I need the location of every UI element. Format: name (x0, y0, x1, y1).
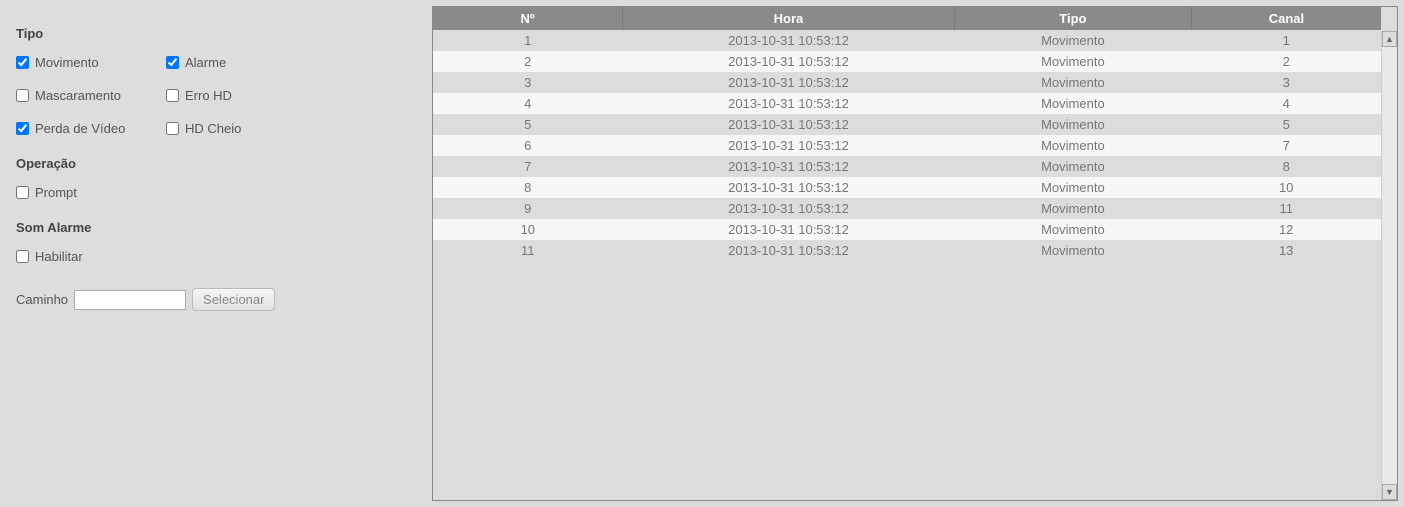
checkbox-habilitar-input[interactable] (16, 250, 29, 263)
checkbox-alarme-input[interactable] (166, 56, 179, 69)
checkbox-alarme-label: Alarme (185, 55, 226, 70)
cell-tipo: Movimento (954, 177, 1191, 198)
checkbox-movimento-label: Movimento (35, 55, 99, 70)
caminho-input[interactable] (74, 290, 186, 310)
table-row[interactable]: 102013-10-31 10:53:12Movimento12 (433, 219, 1381, 240)
cell-canal: 7 (1191, 135, 1381, 156)
scroll-down-icon[interactable]: ▼ (1382, 484, 1397, 500)
checkbox-perda-video-input[interactable] (16, 122, 29, 135)
checkbox-mascaramento-label: Mascaramento (35, 88, 121, 103)
header-tipo[interactable]: Tipo (954, 7, 1191, 30)
cell-tipo: Movimento (954, 93, 1191, 114)
cell-canal: 2 (1191, 51, 1381, 72)
selecionar-button[interactable]: Selecionar (192, 288, 275, 311)
checkbox-mascaramento[interactable]: Mascaramento (16, 88, 166, 103)
cell-num: 11 (433, 240, 623, 261)
cell-canal: 8 (1191, 156, 1381, 177)
event-table-container: Nº Hora Tipo Canal 12013-10-31 10:53:12M… (432, 6, 1398, 501)
cell-canal: 11 (1191, 198, 1381, 219)
cell-tipo: Movimento (954, 156, 1191, 177)
cell-tipo: Movimento (954, 135, 1191, 156)
path-row: Caminho Selecionar (16, 288, 416, 311)
table-row[interactable]: 32013-10-31 10:53:12Movimento3 (433, 72, 1381, 93)
cell-hora: 2013-10-31 10:53:12 (623, 156, 955, 177)
scrollbar[interactable]: ▲ ▼ (1381, 31, 1397, 500)
cell-canal: 1 (1191, 30, 1381, 51)
cell-num: 2 (433, 51, 623, 72)
checkbox-habilitar-label: Habilitar (35, 249, 83, 264)
cell-tipo: Movimento (954, 30, 1191, 51)
checkbox-prompt-label: Prompt (35, 185, 77, 200)
checkbox-erro-hd-input[interactable] (166, 89, 179, 102)
cell-num: 6 (433, 135, 623, 156)
checkbox-hd-cheio[interactable]: HD Cheio (166, 121, 316, 136)
table-row[interactable]: 82013-10-31 10:53:12Movimento10 (433, 177, 1381, 198)
checkbox-habilitar[interactable]: Habilitar (16, 249, 416, 264)
cell-tipo: Movimento (954, 219, 1191, 240)
checkbox-movimento-input[interactable] (16, 56, 29, 69)
table-row[interactable]: 72013-10-31 10:53:12Movimento8 (433, 156, 1381, 177)
checkbox-prompt-input[interactable] (16, 186, 29, 199)
operacao-title: Operação (16, 156, 416, 171)
cell-num: 4 (433, 93, 623, 114)
cell-canal: 5 (1191, 114, 1381, 135)
cell-canal: 12 (1191, 219, 1381, 240)
checkbox-perda-video-label: Perda de Vídeo (35, 121, 125, 136)
checkbox-movimento[interactable]: Movimento (16, 55, 166, 70)
cell-num: 10 (433, 219, 623, 240)
cell-num: 3 (433, 72, 623, 93)
checkbox-mascaramento-input[interactable] (16, 89, 29, 102)
cell-canal: 10 (1191, 177, 1381, 198)
table-row[interactable]: 22013-10-31 10:53:12Movimento2 (433, 51, 1381, 72)
checkbox-perda-video[interactable]: Perda de Vídeo (16, 121, 166, 136)
cell-tipo: Movimento (954, 51, 1191, 72)
table-row[interactable]: 92013-10-31 10:53:12Movimento11 (433, 198, 1381, 219)
cell-hora: 2013-10-31 10:53:12 (623, 177, 955, 198)
cell-tipo: Movimento (954, 240, 1191, 261)
table-row[interactable]: 112013-10-31 10:53:12Movimento13 (433, 240, 1381, 261)
cell-canal: 4 (1191, 93, 1381, 114)
cell-canal: 13 (1191, 240, 1381, 261)
checkbox-prompt[interactable]: Prompt (16, 185, 416, 200)
table-row[interactable]: 62013-10-31 10:53:12Movimento7 (433, 135, 1381, 156)
cell-hora: 2013-10-31 10:53:12 (623, 93, 955, 114)
cell-num: 5 (433, 114, 623, 135)
scroll-up-icon[interactable]: ▲ (1382, 31, 1397, 47)
caminho-label: Caminho (16, 292, 68, 307)
cell-tipo: Movimento (954, 114, 1191, 135)
event-table: Nº Hora Tipo Canal 12013-10-31 10:53:12M… (433, 7, 1381, 261)
tipo-grid: Movimento Alarme Mascaramento Erro HD Pe… (16, 55, 416, 136)
header-hora[interactable]: Hora (623, 7, 955, 30)
cell-hora: 2013-10-31 10:53:12 (623, 219, 955, 240)
som-alarme-title: Som Alarme (16, 220, 416, 235)
table-row[interactable]: 12013-10-31 10:53:12Movimento1 (433, 30, 1381, 51)
cell-hora: 2013-10-31 10:53:12 (623, 240, 955, 261)
sidebar: Tipo Movimento Alarme Mascaramento Erro … (6, 6, 426, 501)
table-row[interactable]: 42013-10-31 10:53:12Movimento4 (433, 93, 1381, 114)
cell-hora: 2013-10-31 10:53:12 (623, 114, 955, 135)
header-num[interactable]: Nº (433, 7, 623, 30)
checkbox-erro-hd-label: Erro HD (185, 88, 232, 103)
cell-hora: 2013-10-31 10:53:12 (623, 135, 955, 156)
header-canal[interactable]: Canal (1191, 7, 1381, 30)
cell-num: 9 (433, 198, 623, 219)
cell-hora: 2013-10-31 10:53:12 (623, 72, 955, 93)
cell-num: 8 (433, 177, 623, 198)
table-header-row: Nº Hora Tipo Canal (433, 7, 1381, 30)
cell-canal: 3 (1191, 72, 1381, 93)
cell-num: 1 (433, 30, 623, 51)
cell-hora: 2013-10-31 10:53:12 (623, 30, 955, 51)
cell-tipo: Movimento (954, 72, 1191, 93)
table-row[interactable]: 52013-10-31 10:53:12Movimento5 (433, 114, 1381, 135)
cell-num: 7 (433, 156, 623, 177)
cell-hora: 2013-10-31 10:53:12 (623, 51, 955, 72)
cell-hora: 2013-10-31 10:53:12 (623, 198, 955, 219)
cell-tipo: Movimento (954, 198, 1191, 219)
main-content: Nº Hora Tipo Canal 12013-10-31 10:53:12M… (432, 6, 1398, 501)
checkbox-hd-cheio-input[interactable] (166, 122, 179, 135)
checkbox-alarme[interactable]: Alarme (166, 55, 316, 70)
checkbox-erro-hd[interactable]: Erro HD (166, 88, 316, 103)
tipo-title: Tipo (16, 26, 416, 41)
checkbox-hd-cheio-label: HD Cheio (185, 121, 241, 136)
